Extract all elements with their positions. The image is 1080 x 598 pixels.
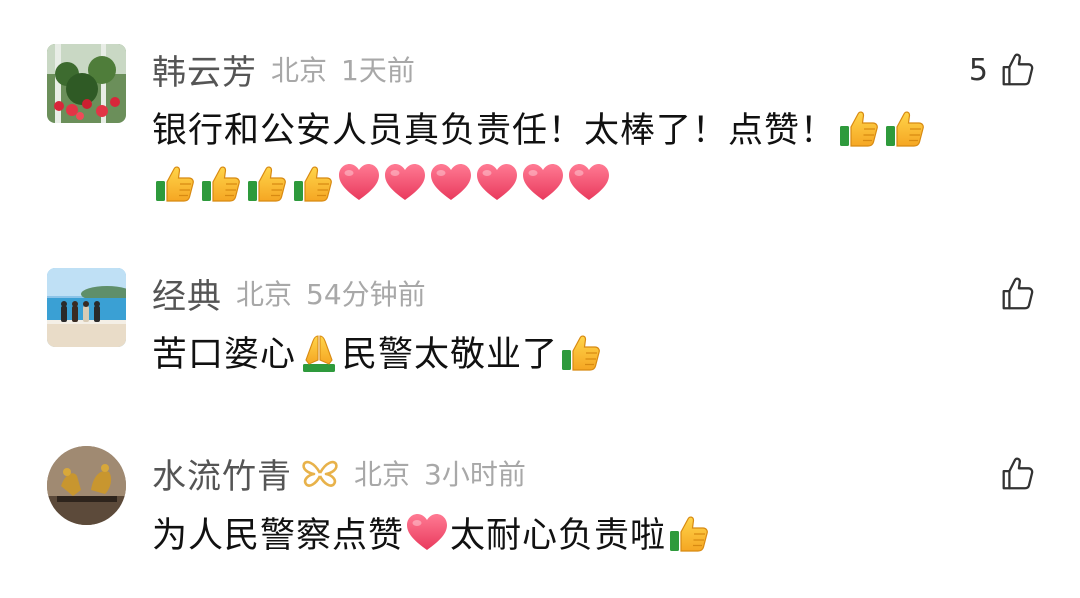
butterfly-badge-icon bbox=[300, 456, 340, 490]
thumbs-up-icon bbox=[837, 106, 881, 150]
thumbs-up-icon bbox=[667, 511, 711, 555]
like-button[interactable] bbox=[988, 450, 1036, 498]
thumbs-up-icon bbox=[199, 161, 243, 205]
thumbs-up-icon bbox=[883, 106, 927, 150]
comment-text-segment: 民警太敬业了 bbox=[342, 335, 559, 375]
thumbs-up-outline-icon[interactable] bbox=[998, 455, 1036, 493]
location: 北京 bbox=[354, 458, 411, 491]
heart-icon bbox=[475, 161, 519, 205]
timestamp: 3小时前 bbox=[424, 458, 526, 491]
heart-icon bbox=[429, 161, 473, 205]
comment-meta: 韩云芳 北京 1天前 bbox=[152, 44, 415, 94]
heart-icon bbox=[383, 161, 427, 205]
location: 北京 bbox=[271, 54, 328, 87]
thumbs-up-outline-icon[interactable] bbox=[998, 275, 1036, 313]
thumbs-up-outline-icon[interactable] bbox=[998, 51, 1036, 89]
comment-text: 苦口婆心 民警太敬业了 bbox=[152, 330, 1042, 379]
avatar[interactable] bbox=[47, 446, 126, 525]
heart-icon bbox=[567, 161, 611, 205]
comment-text-segment: 太耐心负责啦 bbox=[450, 516, 667, 556]
thumbs-up-icon bbox=[291, 161, 335, 205]
thumbs-up-icon bbox=[153, 161, 197, 205]
comment-text-line: 银行和公安人员真负责任！太棒了！点赞！ bbox=[152, 111, 837, 151]
comment-text-segment: 为人民警察点赞 bbox=[152, 516, 405, 556]
comment-meta: 水流竹青 北京 3小时前 bbox=[152, 448, 526, 498]
timestamp: 54分钟前 bbox=[306, 278, 426, 311]
like-button[interactable]: 5 bbox=[969, 46, 1036, 94]
location: 北京 bbox=[236, 278, 293, 311]
thumbs-up-icon bbox=[245, 161, 289, 205]
like-count: 5 bbox=[968, 52, 988, 88]
avatar[interactable] bbox=[47, 268, 126, 347]
heart-icon bbox=[405, 511, 449, 555]
avatar[interactable] bbox=[47, 44, 126, 123]
thumbs-up-icon bbox=[559, 330, 603, 374]
comment-text: 银行和公安人员真负责任！太棒了！点赞！ bbox=[152, 106, 1042, 210]
heart-icon bbox=[337, 161, 381, 205]
username[interactable]: 水流竹青 bbox=[152, 449, 292, 498]
comment-text: 为人民警察点赞 太耐心负责啦 bbox=[152, 511, 1042, 560]
username[interactable]: 经典 bbox=[152, 269, 222, 318]
comment-text-segment: 苦口婆心 bbox=[152, 335, 297, 375]
like-button[interactable] bbox=[988, 270, 1036, 318]
praying-hands-icon bbox=[297, 330, 341, 374]
username[interactable]: 韩云芳 bbox=[152, 45, 257, 94]
comment-meta: 经典 北京 54分钟前 bbox=[152, 268, 426, 318]
timestamp: 1天前 bbox=[341, 54, 415, 87]
heart-icon bbox=[521, 161, 565, 205]
